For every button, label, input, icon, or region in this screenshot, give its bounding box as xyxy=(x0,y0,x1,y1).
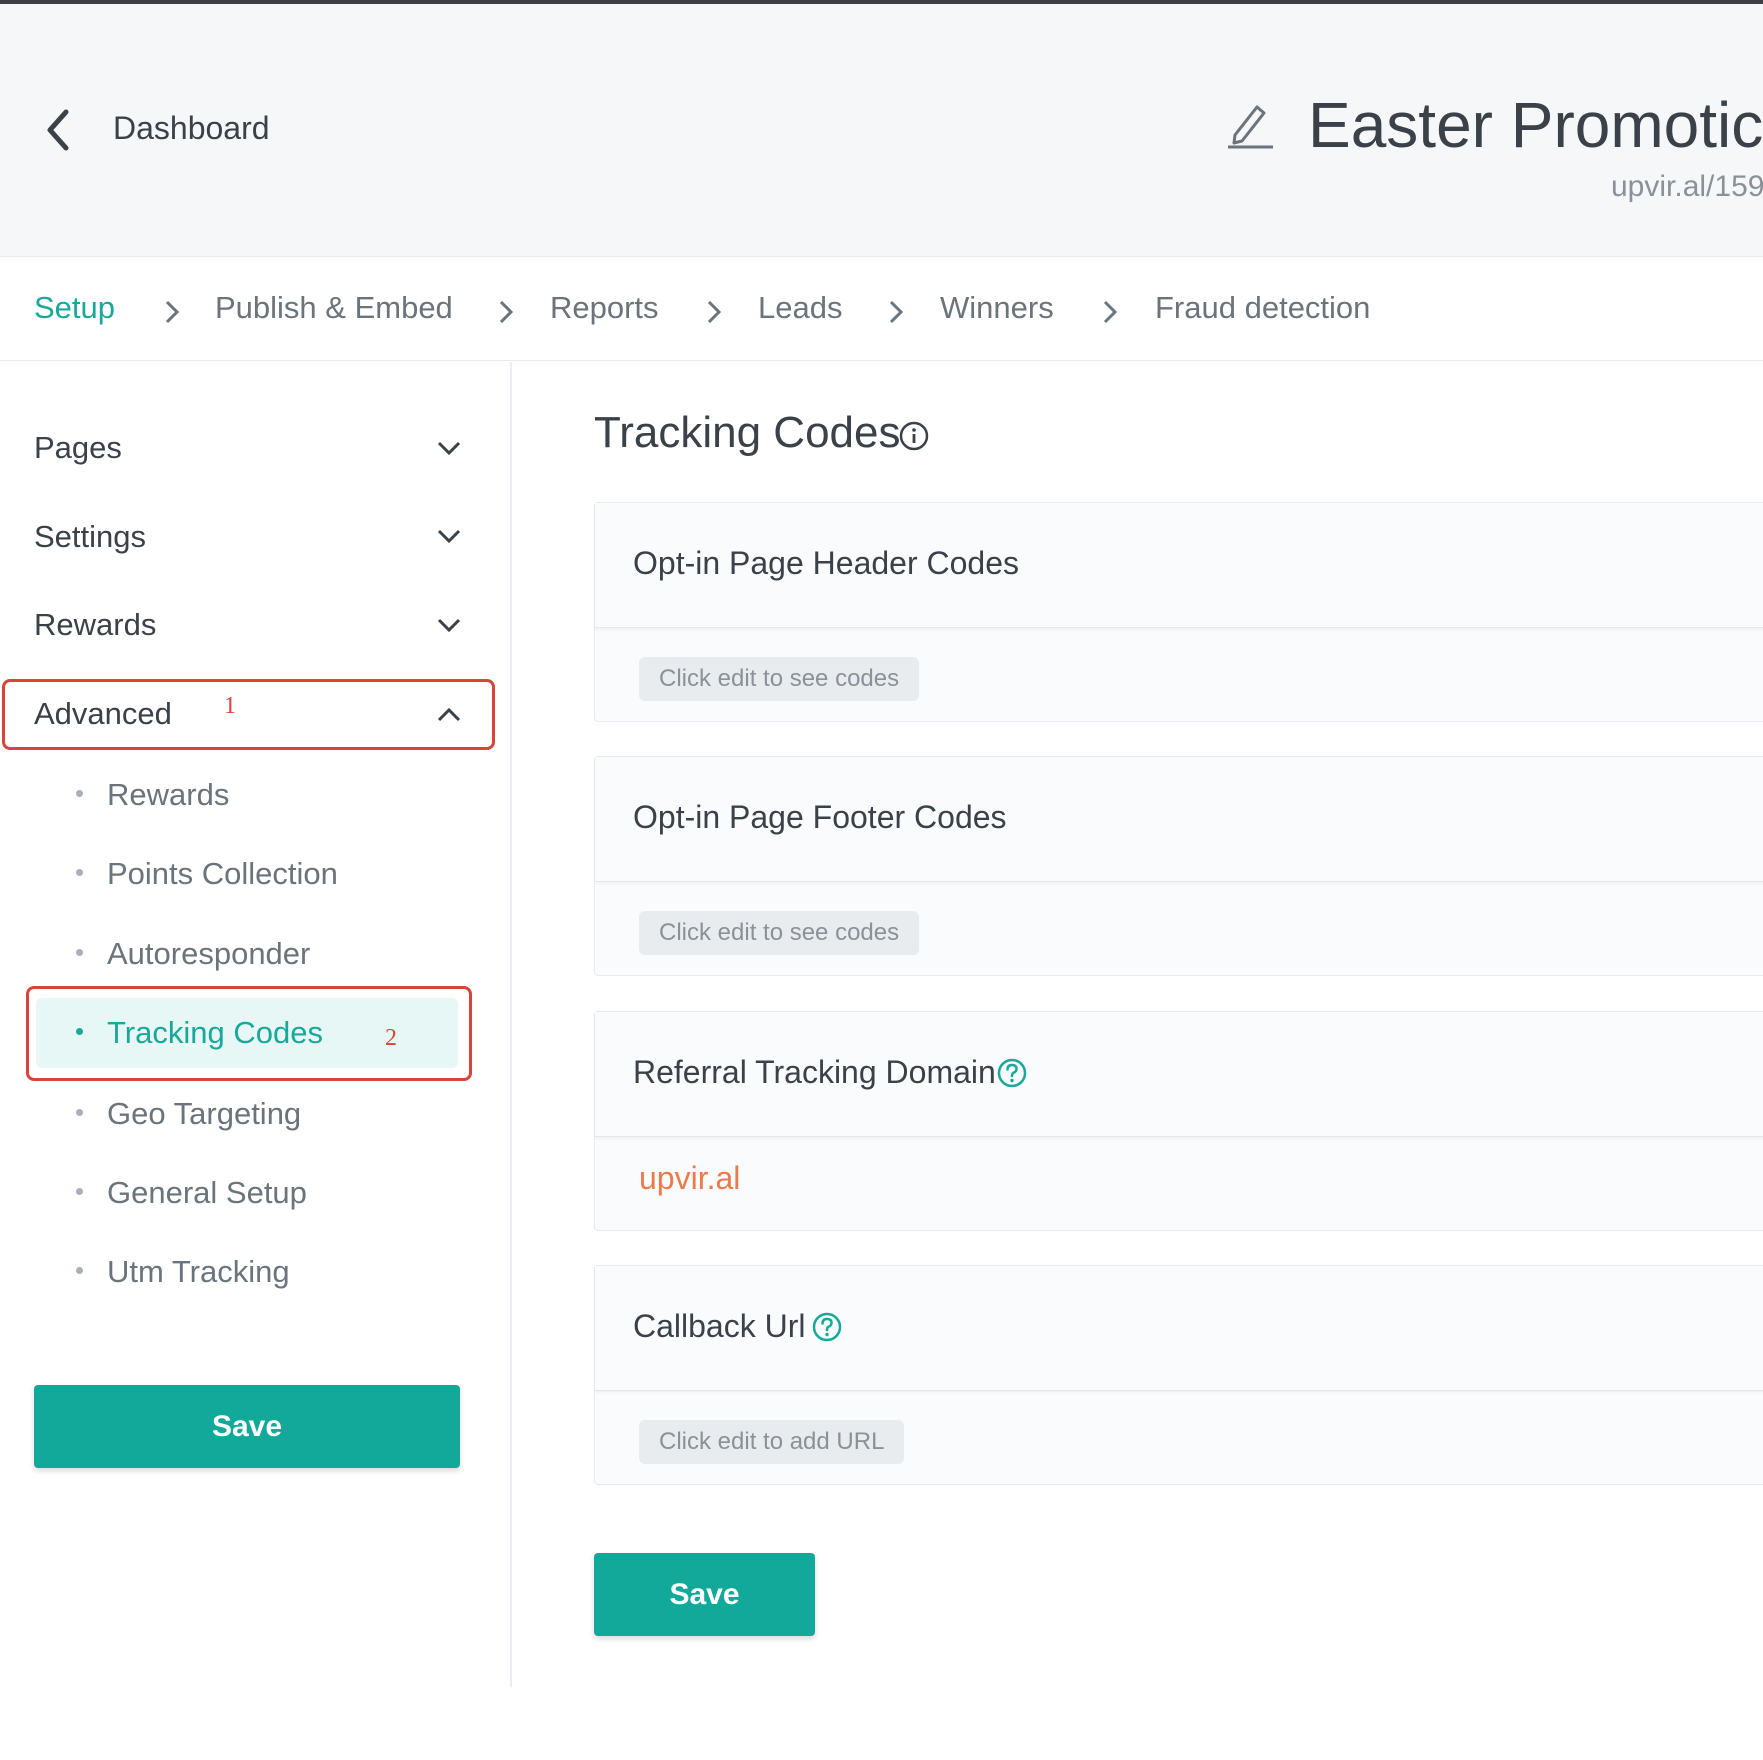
tab-fraud-detection[interactable]: Fraud detection xyxy=(1155,290,1370,326)
url-placeholder: Click edit to add URL xyxy=(639,1420,905,1464)
chevron-right-icon xyxy=(1103,300,1118,324)
page-header: Dashboard Easter Promotic upvir.al/159 xyxy=(0,4,1763,257)
domain-value: upvir.al xyxy=(639,1160,741,1196)
chevron-right-icon xyxy=(889,300,904,324)
edit-pencil-icon[interactable] xyxy=(1225,99,1275,149)
codes-placeholder: Click edit to see codes xyxy=(639,657,920,701)
sidebar-save-button[interactable]: Save xyxy=(34,1385,460,1468)
back-arrow-icon[interactable] xyxy=(40,104,76,156)
tab-winners[interactable]: Winners xyxy=(940,290,1054,326)
tab-leads[interactable]: Leads xyxy=(758,290,842,326)
card-referral-domain[interactable]: Referral Tracking Domain upvir.al xyxy=(594,1011,1763,1231)
sub-item-label: Autoresponder xyxy=(107,936,311,971)
highlight-box-advanced xyxy=(2,679,495,750)
sub-item-label: Geo Targeting xyxy=(107,1096,302,1131)
sub-item-label: Points Collection xyxy=(107,856,338,891)
setup-tabs: Setup Publish & Embed Reports Leads Winn… xyxy=(0,258,1763,361)
sub-item-label: General Setup xyxy=(107,1175,307,1210)
chevron-right-icon xyxy=(165,300,180,324)
campaign-url: upvir.al/159 xyxy=(1611,170,1763,203)
campaign-title: Easter Promotic xyxy=(1308,89,1763,161)
sub-item-points-collection[interactable]: Points Collection xyxy=(76,856,338,892)
main-save-button[interactable]: Save xyxy=(594,1553,815,1636)
chevron-right-icon xyxy=(499,300,514,324)
card-title: Referral Tracking Domain xyxy=(633,1054,996,1090)
chevron-down-icon[interactable] xyxy=(436,440,462,456)
sub-item-rewards[interactable]: Rewards xyxy=(76,777,229,813)
chevron-down-icon[interactable] xyxy=(436,528,462,544)
sidebar-divider xyxy=(510,362,512,1687)
chevron-right-icon xyxy=(707,300,722,324)
dashboard-link[interactable]: Dashboard xyxy=(113,110,270,147)
sub-item-geo-targeting[interactable]: Geo Targeting xyxy=(76,1096,301,1132)
card-header-codes[interactable]: Opt-in Page Header Codes Click edit to s… xyxy=(594,502,1763,722)
card-title: Opt-in Page Footer Codes xyxy=(633,799,1007,835)
bullet-dot xyxy=(76,1188,83,1196)
annotation-number-2: 2 xyxy=(385,1025,397,1051)
tab-publish-embed[interactable]: Publish & Embed xyxy=(215,290,453,326)
card-head: Callback Url xyxy=(595,1266,1763,1391)
sub-item-general-setup[interactable]: General Setup xyxy=(76,1175,307,1211)
help-icon[interactable] xyxy=(811,1311,843,1343)
sub-item-utm-tracking[interactable]: Utm Tracking xyxy=(76,1254,290,1290)
card-head: Opt-in Page Header Codes xyxy=(595,503,1763,628)
bullet-dot xyxy=(76,1267,83,1275)
codes-placeholder: Click edit to see codes xyxy=(639,911,920,955)
page-title: Tracking Codes xyxy=(594,408,901,457)
sub-item-label: Rewards xyxy=(107,777,230,812)
card-title: Opt-in Page Header Codes xyxy=(633,545,1019,581)
tab-setup[interactable]: Setup xyxy=(34,290,115,326)
bullet-dot xyxy=(76,949,83,957)
sub-item-autoresponder[interactable]: Autoresponder xyxy=(76,936,310,972)
bullet-dot xyxy=(76,1109,83,1117)
card-callback-url[interactable]: Callback Url Click edit to add URL xyxy=(594,1265,1763,1485)
chevron-down-icon[interactable] xyxy=(436,617,462,633)
card-title: Callback Url xyxy=(633,1308,806,1344)
sidebar-section-settings[interactable]: Settings xyxy=(34,519,146,555)
bullet-dot xyxy=(76,869,83,877)
bullet-dot xyxy=(76,790,83,798)
card-footer-codes[interactable]: Opt-in Page Footer Codes Click edit to s… xyxy=(594,756,1763,976)
card-head: Opt-in Page Footer Codes xyxy=(595,757,1763,882)
highlight-box-tracking-codes xyxy=(26,986,472,1081)
card-head: Referral Tracking Domain xyxy=(595,1012,1763,1137)
sub-item-label: Utm Tracking xyxy=(107,1254,290,1289)
help-icon[interactable] xyxy=(996,1057,1028,1089)
tab-reports[interactable]: Reports xyxy=(550,290,659,326)
sidebar-section-rewards[interactable]: Rewards xyxy=(34,607,156,643)
sidebar-section-pages[interactable]: Pages xyxy=(34,430,122,466)
info-icon[interactable] xyxy=(898,420,930,452)
annotation-number-1: 1 xyxy=(224,693,236,719)
